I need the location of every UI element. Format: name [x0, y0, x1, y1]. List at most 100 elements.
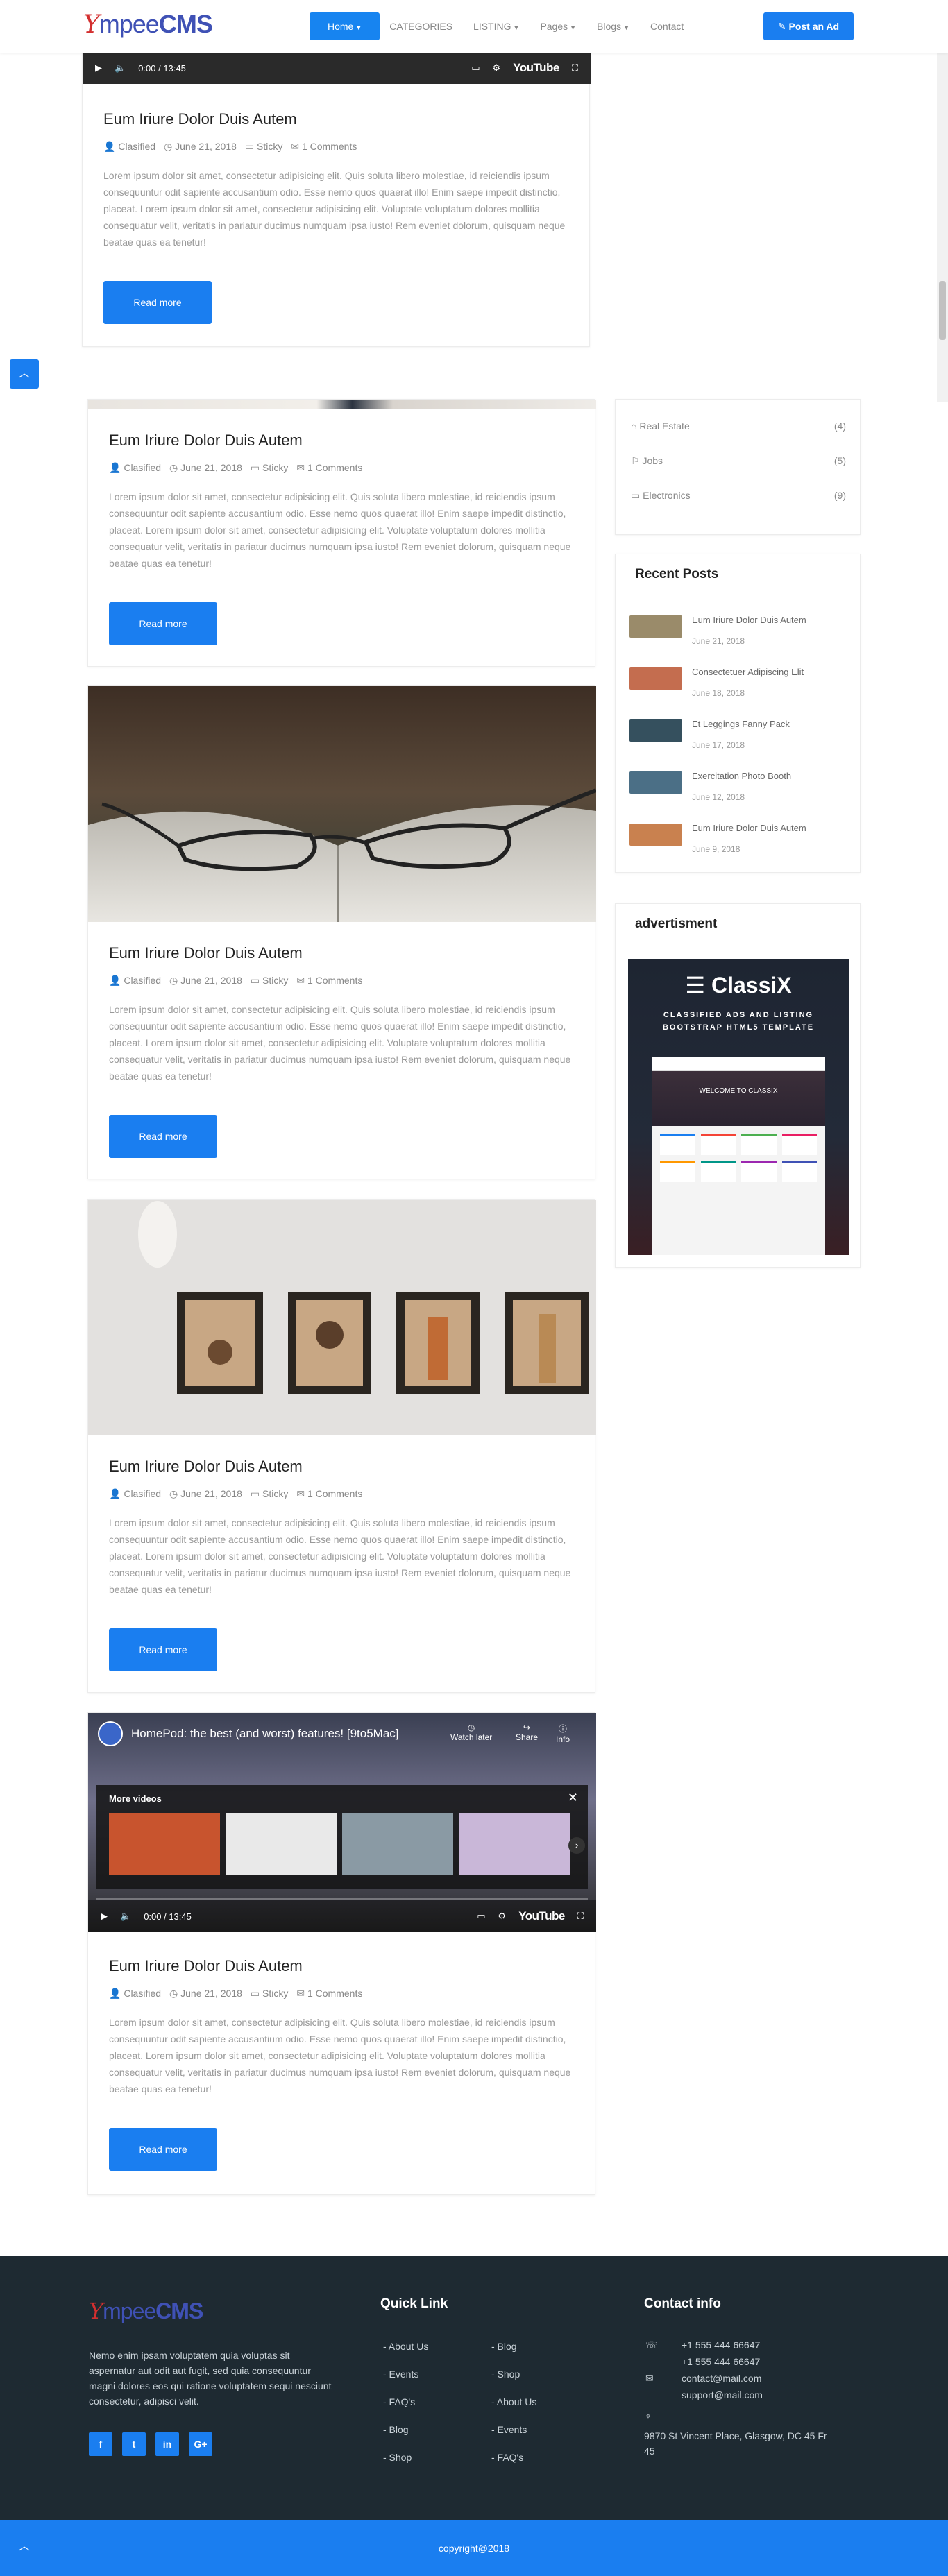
video-player[interactable]: HomePod: the best (and worst) features! … [88, 1713, 596, 1932]
captions-icon[interactable]: ▭ [477, 1911, 485, 1922]
youtube-logo[interactable]: YouTube [518, 1909, 565, 1923]
video-thumbnail[interactable] [226, 1813, 337, 1875]
meta-author[interactable]: 👤 Clasified [109, 462, 161, 474]
footer-link[interactable]: - Blog [491, 2341, 517, 2352]
post-title[interactable]: Eum Iriure Dolor Duis Autem [109, 1957, 303, 1975]
recent-post-thumbnail[interactable] [629, 719, 682, 742]
recent-post-title[interactable]: Eum Iriure Dolor Duis Autem [692, 614, 806, 626]
recent-post-item[interactable]: Et Leggings Fanny Pack June 17, 2018 [629, 719, 790, 750]
meta-tag[interactable]: ▭ Sticky [251, 1988, 288, 1999]
close-icon[interactable]: ✕ [568, 1791, 578, 1805]
recent-post-item[interactable]: Exercitation Photo Booth June 12, 2018 [629, 771, 791, 802]
play-icon[interactable]: ▶ [101, 1911, 108, 1922]
watch-later-button[interactable]: ◷ Watch later [450, 1723, 492, 1742]
video-title[interactable]: HomePod: the best (and worst) features! … [131, 1727, 399, 1741]
email-address[interactable]: contact@mail.com [682, 2373, 761, 2384]
linkedin-icon[interactable]: in [155, 2432, 179, 2456]
recent-post-thumbnail[interactable] [629, 615, 682, 638]
post-image[interactable] [88, 400, 596, 409]
chevron-right-icon[interactable]: › [568, 1837, 585, 1854]
volume-icon[interactable]: 🔈 [115, 62, 126, 74]
footer-link[interactable]: - Shop [383, 2452, 412, 2463]
footer-link[interactable]: - Events [491, 2424, 527, 2435]
youtube-logo[interactable]: YouTube [513, 61, 559, 75]
ad-banner[interactable]: ☰ ClassiX CLASSIFIED ADS AND LISTING BOO… [628, 959, 849, 1255]
meta-author[interactable]: 👤 Clasified [103, 141, 155, 153]
read-more-button[interactable]: Read more [109, 1628, 217, 1671]
scrollbar[interactable] [937, 0, 948, 402]
category-item[interactable]: ⚐ Jobs (5) [631, 455, 846, 467]
recent-post-title[interactable]: Eum Iriure Dolor Duis Autem [692, 822, 806, 835]
volume-icon[interactable]: 🔈 [120, 1911, 131, 1922]
footer-link[interactable]: - About Us [383, 2341, 428, 2352]
nav-contact[interactable]: Contact [650, 12, 684, 40]
channel-avatar[interactable] [98, 1721, 123, 1746]
category-item[interactable]: ▭ Electronics (9) [631, 490, 846, 502]
read-more-button[interactable]: Read more [103, 281, 212, 324]
read-more-button[interactable]: Read more [109, 602, 217, 645]
footer-link[interactable]: - Blog [383, 2424, 409, 2435]
google-plus-icon[interactable]: G+ [189, 2432, 212, 2456]
site-logo[interactable]: YmpeeCMS [83, 10, 213, 39]
recent-post-title[interactable]: Et Leggings Fanny Pack [692, 718, 790, 731]
footer-link[interactable]: - FAQ's [383, 2396, 415, 2407]
fullscreen-icon[interactable]: ⛶ [577, 1911, 584, 1922]
post-image[interactable] [88, 686, 596, 922]
footer-link[interactable]: - Events [383, 2369, 418, 2380]
nav-home[interactable]: Home ▼ [310, 12, 380, 40]
meta-comments[interactable]: ✉ 1 Comments [291, 141, 357, 153]
meta-comments[interactable]: ✉ 1 Comments [296, 975, 362, 987]
read-more-button[interactable]: Read more [109, 2128, 217, 2171]
recent-post-thumbnail[interactable] [629, 771, 682, 794]
recent-post-item[interactable]: Consectetuer Adipiscing Elit June 18, 201… [629, 667, 804, 698]
email-address[interactable]: support@mail.com [682, 2389, 763, 2400]
video-thumbnail[interactable] [342, 1813, 453, 1875]
recent-post-item[interactable]: Eum Iriure Dolor Duis Autem June 21, 2018 [629, 615, 806, 646]
info-button[interactable]: ⓘ Info [556, 1723, 570, 1744]
settings-icon[interactable]: ⚙ [498, 1911, 507, 1922]
meta-comments[interactable]: ✉ 1 Comments [296, 1988, 362, 1999]
nav-blogs[interactable]: Blogs ▼ [597, 12, 629, 40]
captions-icon[interactable]: ▭ [471, 62, 480, 74]
recent-post-title[interactable]: Consectetuer Adipiscing Elit [692, 666, 804, 679]
scroll-top-button[interactable]: ︿ [10, 2532, 39, 2561]
recent-post-title[interactable]: Exercitation Photo Booth [692, 770, 791, 783]
settings-icon[interactable]: ⚙ [493, 62, 501, 74]
meta-tag[interactable]: ▭ Sticky [251, 1488, 288, 1500]
post-ad-button[interactable]: ✎ Post an Ad [763, 12, 854, 40]
category-item[interactable]: ⌂ Real Estate (4) [631, 420, 846, 432]
twitter-icon[interactable]: t [122, 2432, 146, 2456]
read-more-button[interactable]: Read more [109, 1115, 217, 1158]
meta-author[interactable]: 👤 Clasified [109, 975, 161, 987]
meta-author[interactable]: 👤 Clasified [109, 1988, 161, 1999]
nav-listing[interactable]: LISTING ▼ [473, 12, 519, 40]
meta-tag[interactable]: ▭ Sticky [251, 975, 288, 987]
post-title[interactable]: Eum Iriure Dolor Duis Autem [109, 944, 303, 962]
nav-categories[interactable]: CATEGORIES [389, 12, 452, 40]
share-button[interactable]: ↪ Share [516, 1723, 538, 1742]
meta-author[interactable]: 👤 Clasified [109, 1488, 161, 1500]
post-title[interactable]: Eum Iriure Dolor Duis Autem [109, 1458, 303, 1476]
post-title[interactable]: Eum Iriure Dolor Duis Autem [103, 110, 297, 128]
phone-number[interactable]: +1 555 444 66647 [682, 2339, 760, 2351]
video-thumbnail[interactable] [459, 1813, 570, 1875]
facebook-icon[interactable]: f [89, 2432, 112, 2456]
video-thumbnail[interactable] [109, 1813, 220, 1875]
footer-logo[interactable]: YmpeeCMS [89, 2298, 203, 2324]
fullscreen-icon[interactable]: ⛶ [572, 62, 578, 74]
recent-post-item[interactable]: Eum Iriure Dolor Duis Autem June 9, 2018 [629, 822, 806, 854]
footer-link[interactable]: - About Us [491, 2396, 536, 2407]
footer-link[interactable]: - FAQ's [491, 2452, 523, 2463]
footer-link[interactable]: - Shop [491, 2369, 520, 2380]
post-title[interactable]: Eum Iriure Dolor Duis Autem [109, 432, 303, 450]
recent-post-thumbnail[interactable] [629, 667, 682, 690]
post-image[interactable] [88, 1200, 596, 1435]
scroll-top-button[interactable]: ︿ [10, 359, 39, 389]
nav-pages[interactable]: Pages ▼ [540, 12, 576, 40]
meta-comments[interactable]: ✉ 1 Comments [296, 1488, 362, 1500]
play-icon[interactable]: ▶ [95, 62, 102, 74]
meta-tag[interactable]: ▭ Sticky [251, 462, 288, 474]
scroll-thumb[interactable] [939, 281, 946, 340]
meta-tag[interactable]: ▭ Sticky [245, 141, 282, 153]
meta-comments[interactable]: ✉ 1 Comments [296, 462, 362, 474]
